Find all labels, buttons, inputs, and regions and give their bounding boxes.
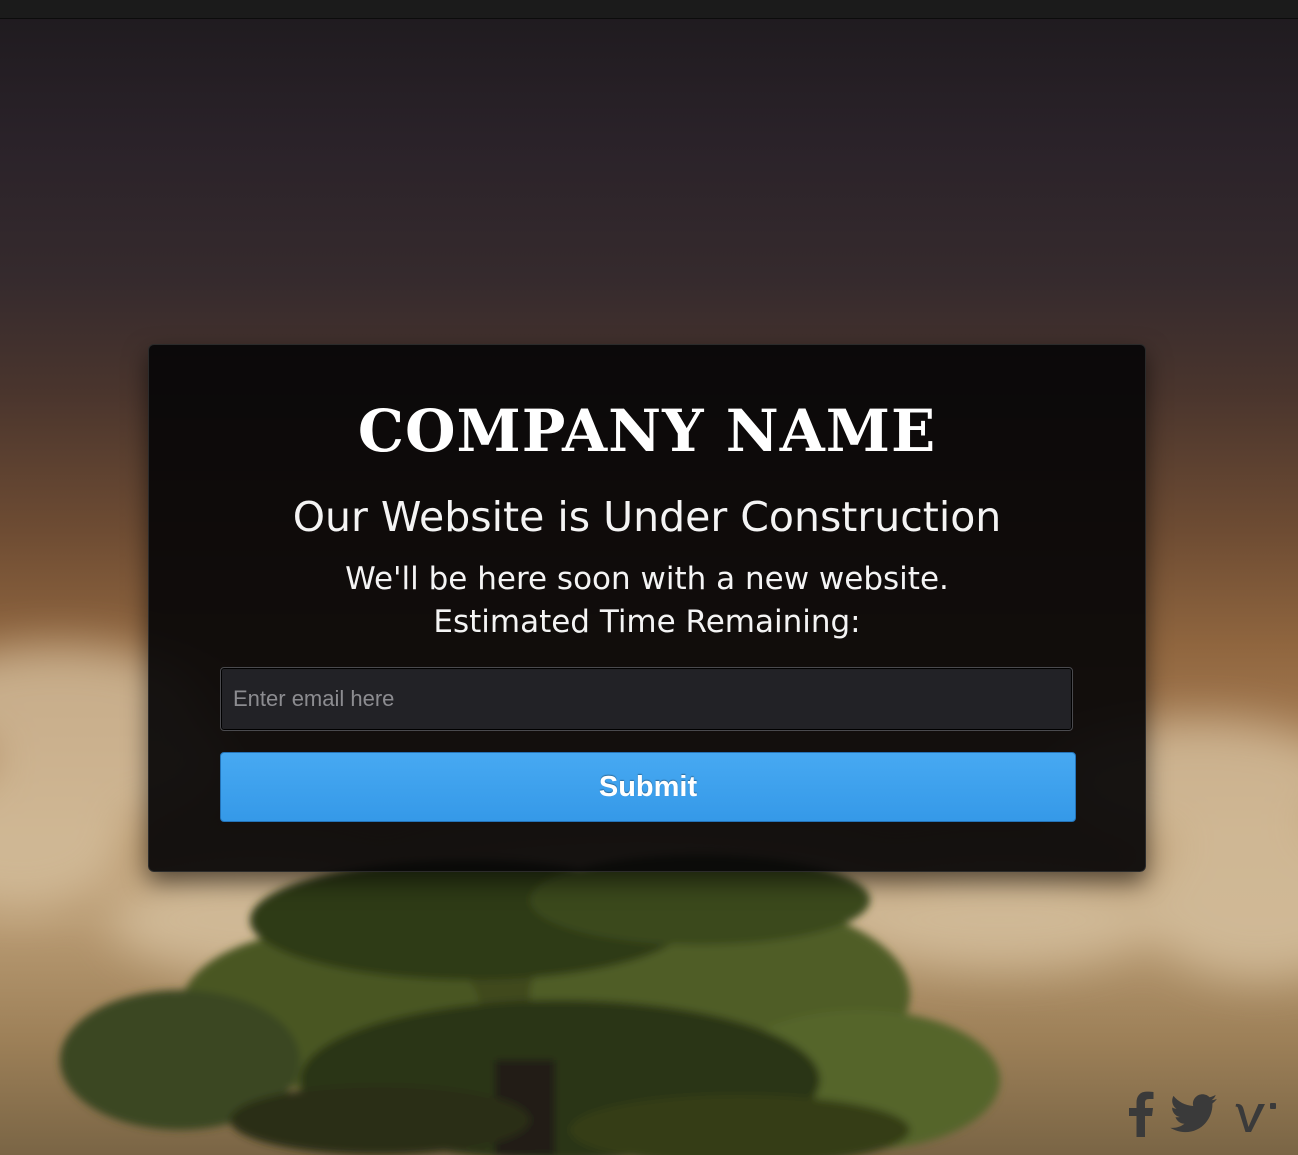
vimeo-icon[interactable]: [1234, 1094, 1278, 1138]
browser-top-bar: [0, 0, 1298, 19]
company-name: COMPANY NAME: [357, 397, 937, 465]
email-input[interactable]: [220, 667, 1073, 731]
social-links: [1128, 1091, 1278, 1141]
facebook-icon[interactable]: [1128, 1091, 1154, 1141]
subline: We'll be here soon with a new website.: [345, 561, 949, 597]
headline: Our Website is Under Construction: [292, 493, 1002, 541]
submit-button[interactable]: Submit: [220, 752, 1076, 822]
signup-panel: COMPANY NAME Our Website is Under Constr…: [148, 344, 1146, 872]
timer-label: Estimated Time Remaining:: [433, 604, 861, 640]
twitter-icon[interactable]: [1170, 1094, 1218, 1138]
